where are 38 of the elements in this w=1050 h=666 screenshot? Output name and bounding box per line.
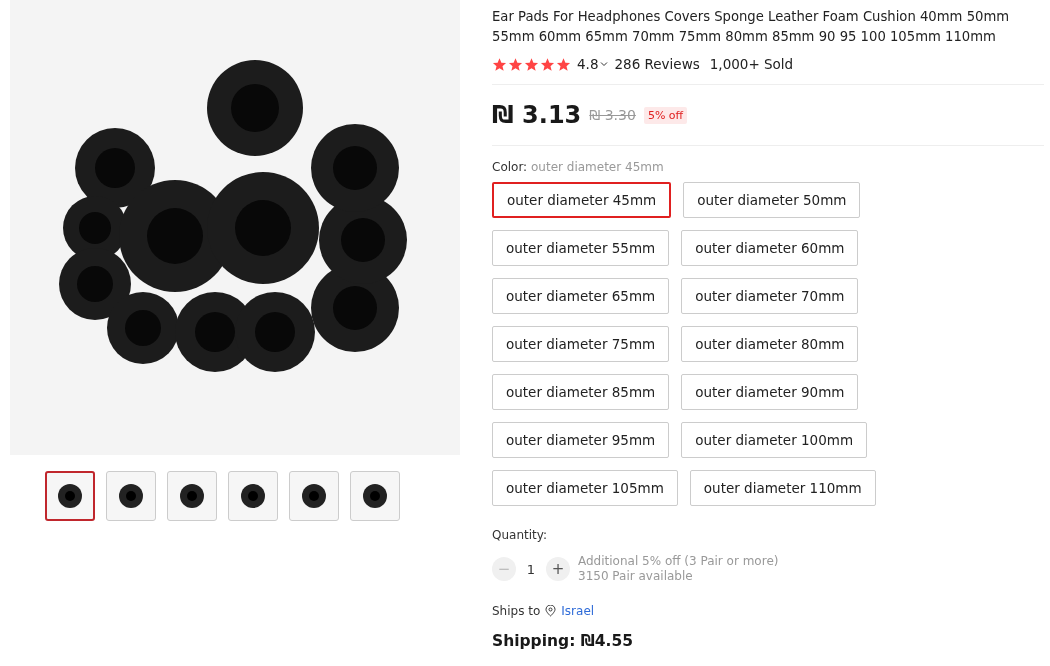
ships-to-label: Ships to — [492, 604, 541, 618]
discount-note: Additional 5% off (3 Pair or more) — [578, 554, 779, 569]
current-price: ₪ 3.13 — [492, 101, 582, 129]
color-option[interactable]: outer diameter 60mm — [681, 230, 859, 266]
rating-value: 4.8 — [577, 56, 599, 72]
increase-button[interactable]: + — [546, 557, 570, 581]
star-icon — [508, 56, 523, 72]
location-pin-icon — [545, 605, 557, 617]
color-label: Color: outer diameter 45mm — [492, 160, 665, 174]
product-title: Ear Pads For Headphones Covers Sponge Leather Foam Cushion 40mm 50mm 55mm 60mm 65mm 70mm 75mm 80mm 85mm 90 95 100 105mm 110mm — [492, 8, 1011, 46]
color-option[interactable]: outer diameter 105mm — [492, 470, 678, 506]
thumbnail[interactable] — [45, 471, 95, 521]
quantity-value[interactable]: 1 — [524, 561, 538, 577]
star-icon — [556, 56, 571, 72]
star-icon — [492, 56, 507, 72]
color-option[interactable]: outer diameter 100mm — [681, 422, 868, 458]
color-option[interactable]: outer diameter 65mm — [492, 278, 670, 314]
color-option[interactable]: outer diameter 110mm — [689, 470, 876, 506]
quantity-label: Quantity: — [492, 528, 549, 542]
stock-note: 3150 Pair available — [578, 569, 694, 584]
color-option[interactable]: outer diameter 75mm — [492, 326, 670, 362]
shipping-price: Shipping: ₪4.55 — [492, 632, 634, 650]
color-option[interactable]: outer diameter 70mm — [681, 278, 859, 314]
color-option[interactable]: outer diameter 50mm — [683, 182, 861, 218]
star-icon — [540, 56, 555, 72]
color-option[interactable]: outer diameter 80mm — [681, 326, 859, 362]
color-option[interactable]: outer diameter 55mm — [492, 230, 670, 266]
color-option[interactable]: outer diameter 85mm — [492, 374, 670, 410]
color-option[interactable]: outer diameter 90mm — [681, 374, 859, 410]
reviews-count[interactable]: 286 Reviews — [614, 56, 700, 72]
discount-badge: 5% off — [643, 106, 688, 124]
chevron-down-icon[interactable] — [600, 60, 609, 68]
country-link[interactable]: Israel — [561, 604, 595, 618]
color-option[interactable]: outer diameter 45mm — [492, 182, 672, 218]
sold-count: 1,000+ Sold — [709, 56, 794, 72]
color-option[interactable]: outer diameter 95mm — [492, 422, 670, 458]
original-price: ₪ 3.30 — [589, 107, 636, 123]
star-icon — [524, 56, 539, 72]
